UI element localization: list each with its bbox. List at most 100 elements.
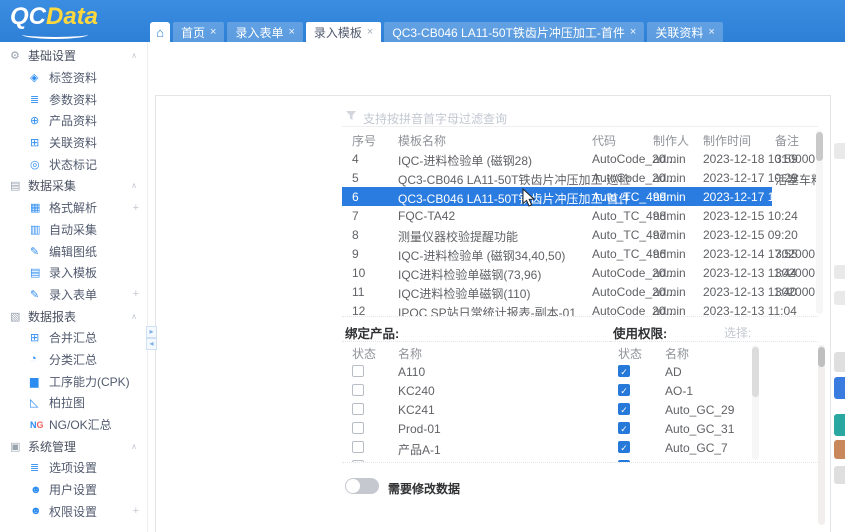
- list-item-name: AO-1: [665, 384, 693, 398]
- tab-4[interactable]: QC3-CB046 LA11-50T铁齿片冲压加工-首件×: [384, 22, 644, 42]
- sidebar-item-选项设置[interactable]: ≣选项设置: [0, 457, 147, 479]
- sidebar-item-状态标记[interactable]: ◎状态标记: [0, 153, 147, 175]
- sidebar-item-录入表单[interactable]: ✎录入表单+: [0, 284, 147, 306]
- sidebar-item-用户设置[interactable]: ☻用户设置: [0, 479, 147, 501]
- list-item[interactable]: ✓ AO-1: [610, 381, 810, 400]
- tab-close-icon[interactable]: ×: [367, 26, 373, 38]
- cell-no: 10: [352, 266, 365, 280]
- list-item[interactable]: ✓Auto_GC_29: [610, 400, 810, 419]
- cell-name: IQC进料检验单磁钢(110): [398, 285, 530, 302]
- table-row[interactable]: 7FQC-TA42Auto_TC_498admin2023-12-15 10:2…: [342, 206, 818, 225]
- sidebar-item-NG/OK汇总[interactable]: NGNG/OK汇总: [0, 414, 147, 436]
- ngok-icon: NG: [30, 419, 49, 431]
- sidebar-item-关联资料[interactable]: ⊞关联资料: [0, 132, 147, 154]
- sidebar-section-label: 系统管理: [28, 438, 131, 455]
- sidebar-item-格式解析[interactable]: ▦格式解析+: [0, 197, 147, 219]
- table-row[interactable]: 4IQC-进料检验单 (磁钢28)AutoCode_20...admin2023…: [342, 149, 818, 168]
- expand-pane-button[interactable]: ▸: [146, 326, 157, 338]
- sidebar-section-基础设置[interactable]: ⚙基础设置∧: [0, 45, 147, 67]
- permissions-list: 状态名称✓AD✓AO-1✓Auto_GC_29✓Auto_GC_31✓Auto_…: [610, 341, 810, 462]
- tab-close-icon[interactable]: ×: [288, 26, 294, 38]
- checkbox[interactable]: ✓: [618, 365, 630, 377]
- tab-close-icon[interactable]: ×: [708, 26, 714, 38]
- cell-maker: admin: [653, 285, 686, 299]
- cell-no: 7: [352, 209, 359, 223]
- checkbox[interactable]: ✓: [618, 422, 630, 434]
- tab-2[interactable]: 录入表单×: [227, 22, 302, 42]
- cell-maker: admin: [653, 171, 686, 185]
- sidebar-item-产品资料[interactable]: ⊕产品资料: [0, 110, 147, 132]
- list-column-header: 状态: [618, 345, 642, 362]
- table-row[interactable]: 6QC3-CB046 LA11-50T铁齿片冲压加工-首件Auto_TC_499…: [342, 187, 818, 206]
- sidebar-item-分类汇总[interactable]: ◔分类汇总: [0, 349, 147, 371]
- collapse-pane-button[interactable]: ◂: [146, 338, 157, 350]
- expand-plus-icon[interactable]: +: [133, 505, 139, 517]
- checkbox[interactable]: [352, 384, 364, 396]
- sidebar-item-柏拉图[interactable]: ◺柏拉图: [0, 392, 147, 414]
- sidebar-section-数据报表[interactable]: ▧数据报表∧: [0, 305, 147, 327]
- checkbox[interactable]: ✓: [618, 384, 630, 396]
- list-item[interactable]: ✓Auto_GC_7: [610, 438, 810, 457]
- modify-data-toggle[interactable]: [345, 478, 379, 494]
- sidebar-item-录入模板[interactable]: ▤录入模板: [0, 262, 147, 284]
- chevron-up-icon: ∧: [131, 181, 137, 190]
- collect-icon: ▤: [10, 179, 28, 192]
- cell-no: 8: [352, 228, 359, 242]
- clipped-button[interactable]: [834, 377, 845, 399]
- clipped-button[interactable]: [834, 291, 845, 305]
- table-row[interactable]: 10IQC进料检验单磁钢(73,96)AutoCode_20...admin20…: [342, 263, 818, 282]
- sidebar-item-权限设置[interactable]: ☻权限设置+: [0, 500, 147, 522]
- clipped-button[interactable]: [834, 143, 845, 159]
- clipped-button[interactable]: [834, 466, 845, 484]
- table-row[interactable]: 11IQC进料检验单磁钢(110)AutoCode_20...admin2023…: [342, 282, 818, 301]
- sidebar-section-系统管理[interactable]: ▣系统管理∧: [0, 435, 147, 457]
- list-item[interactable]: ✓AD: [610, 362, 810, 381]
- sidebar-item-自动采集[interactable]: ▥自动采集: [0, 219, 147, 241]
- table-row[interactable]: 8测量仪器校验提醒功能Auto_TC_497admin2023-12-15 09…: [342, 225, 818, 244]
- tab-5[interactable]: 关联资料×: [647, 22, 722, 42]
- table-row[interactable]: 9IQC-进料检验单 (磁钢34,40,50)Auto_TC_496admin2…: [342, 244, 818, 263]
- tab-close-icon[interactable]: ×: [630, 26, 636, 38]
- sidebar-section-数据采集[interactable]: ▤数据采集∧: [0, 175, 147, 197]
- cell-no: 4: [352, 152, 359, 166]
- sidebar-item-label: 自动采集: [49, 221, 97, 238]
- table-row[interactable]: 5QC3-CB046 LA11-50T铁齿片冲压加工-巡检AutoCode_20…: [342, 168, 818, 187]
- home-tab-button[interactable]: ⌂: [150, 22, 170, 42]
- report-icon: ▧: [10, 310, 28, 323]
- permissions-select-link[interactable]: 选择:: [724, 324, 751, 341]
- checkbox[interactable]: ✓: [618, 403, 630, 415]
- checkbox[interactable]: [352, 365, 364, 377]
- sidebar-item-合并汇总[interactable]: ⊞合并汇总: [0, 327, 147, 349]
- cell-time: 2023-12-13 11:04: [703, 304, 797, 316]
- checkbox[interactable]: [352, 422, 364, 434]
- tab-3[interactable]: 录入模板×: [306, 22, 381, 42]
- sidebar-item-编辑图纸[interactable]: ✎编辑图纸: [0, 240, 147, 262]
- bind-products-title: 绑定产品:: [345, 323, 399, 342]
- clipped-button[interactable]: [834, 414, 845, 436]
- sidebar-item-参数资料[interactable]: ≣参数资料: [0, 88, 147, 110]
- checkbox[interactable]: ✓: [618, 441, 630, 453]
- clipped-button[interactable]: [834, 352, 845, 372]
- list-column-header: 名称: [398, 345, 422, 362]
- clipped-button[interactable]: [834, 265, 845, 279]
- permissions-scrollbar[interactable]: [818, 345, 825, 525]
- expand-plus-icon[interactable]: +: [133, 202, 139, 214]
- tab-close-icon[interactable]: ×: [210, 26, 216, 38]
- table-scrollbar[interactable]: [816, 130, 823, 314]
- checkbox[interactable]: [352, 441, 364, 453]
- expand-plus-icon[interactable]: +: [133, 288, 139, 300]
- sidebar-item-label: 格式解析: [49, 199, 97, 216]
- table-scrollbar-thumb[interactable]: [816, 132, 823, 161]
- list-item[interactable]: ✓Auto_GC_31: [610, 419, 810, 438]
- pie-icon: ◔: [30, 353, 49, 365]
- sidebar-item-label: 录入模板: [49, 264, 97, 281]
- permissions-scrollbar-thumb[interactable]: [818, 347, 825, 367]
- tab-1[interactable]: 首页×: [173, 22, 224, 42]
- clipped-button[interactable]: [834, 440, 845, 459]
- sidebar-item-label: 用户设置: [49, 481, 97, 498]
- sidebar-item-工序能力(CPK)[interactable]: ▆工序能力(CPK): [0, 370, 147, 392]
- checkbox[interactable]: [352, 403, 364, 415]
- sidebar-item-label: NG/OK汇总: [49, 416, 112, 433]
- table-row[interactable]: 12IPQC SP站日常统计报表-副本-01AutoCode_20...admi…: [342, 301, 818, 316]
- sidebar-item-标签资料[interactable]: ◈标签资料: [0, 67, 147, 89]
